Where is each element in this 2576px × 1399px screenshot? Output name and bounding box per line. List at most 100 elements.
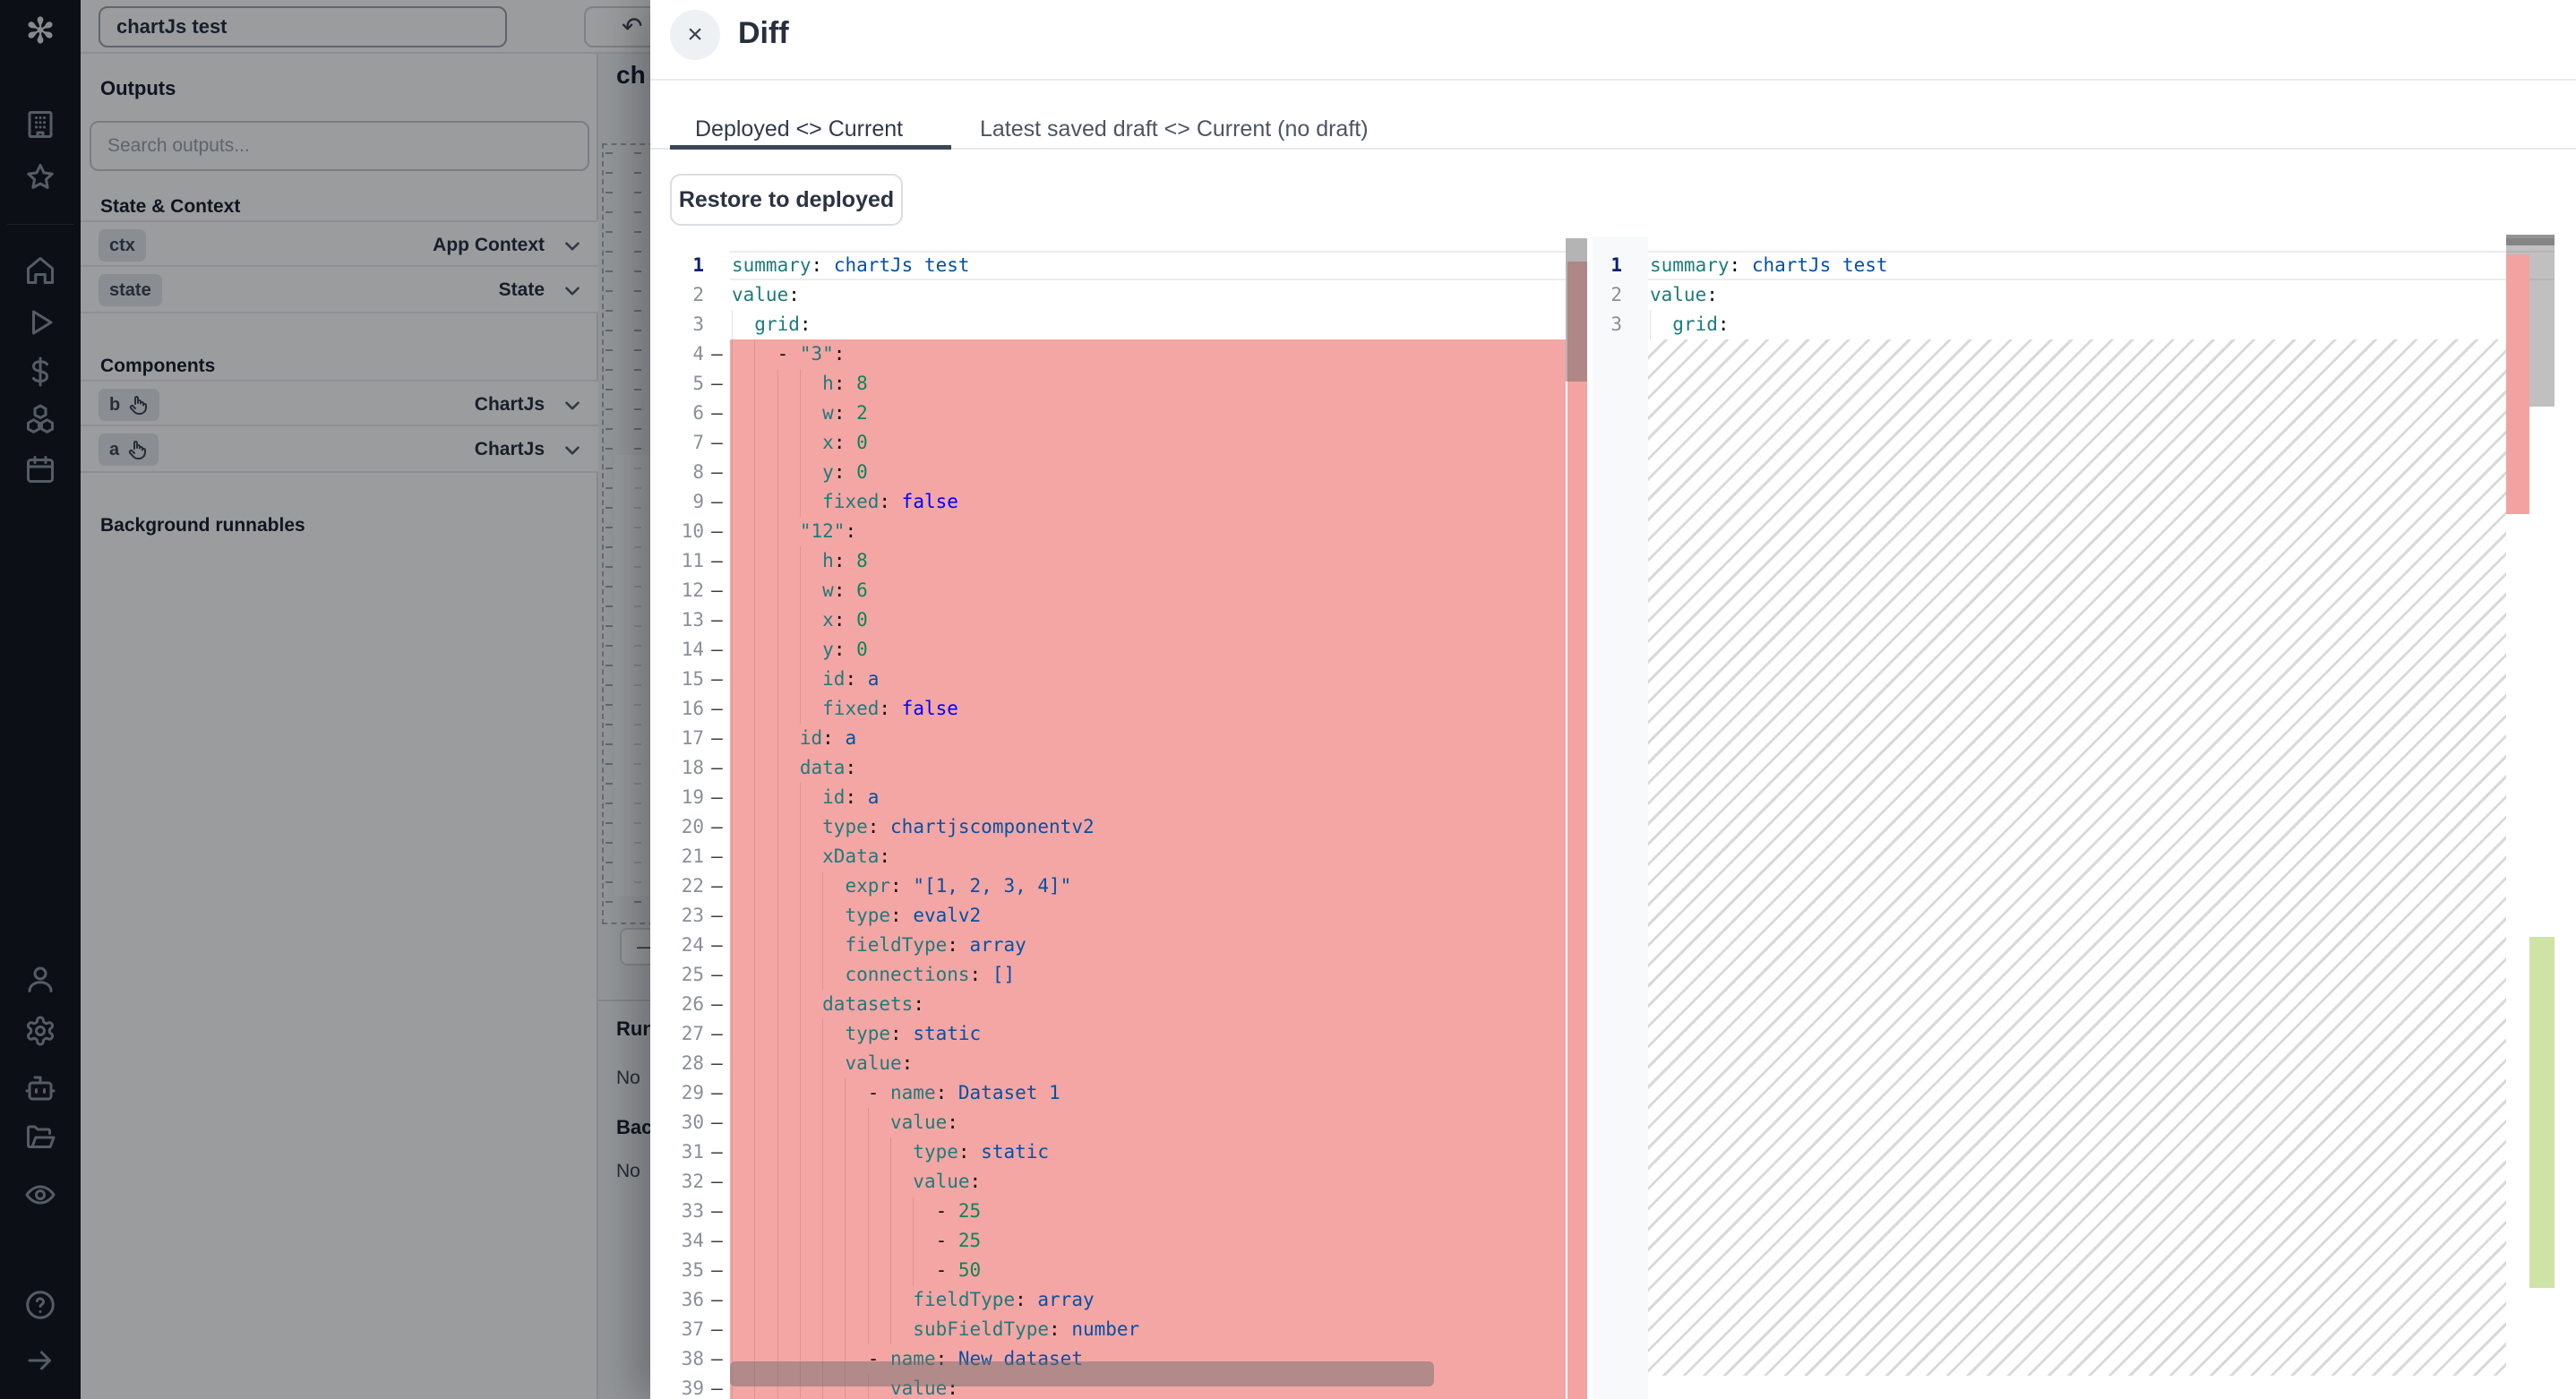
indent-guide (732, 812, 733, 842)
indent-guide (913, 1256, 914, 1285)
code-line: 18– data: (679, 753, 1566, 783)
left-overview-ruler-removed (1567, 262, 1587, 1399)
code-token: : (958, 1141, 981, 1163)
code-token: connections (845, 964, 969, 985)
indent-guide (754, 724, 755, 753)
indent-guide (845, 1197, 846, 1226)
code-token: value (732, 284, 788, 305)
code-token: x (822, 432, 834, 453)
indent-guide (822, 871, 823, 901)
removed-line-marker: – (704, 694, 730, 724)
code-token: "3" (800, 343, 834, 365)
code-token: "12" (800, 520, 846, 542)
code-token: : (913, 993, 924, 1015)
line-number: 30 (679, 1108, 704, 1137)
removed-line-marker: – (704, 960, 730, 990)
tab-deployed-current[interactable]: Deployed <> Current (695, 111, 903, 147)
code-text: value: (730, 1167, 1566, 1197)
indent-guide (822, 1226, 823, 1256)
code-line: 4– - "3": (679, 339, 1566, 369)
line-number: 18 (679, 753, 704, 783)
code-text: type: evalv2 (730, 901, 1566, 931)
code-token: 25 (958, 1200, 981, 1222)
indent-guide (777, 576, 778, 605)
code-token: : (936, 1082, 958, 1103)
code-token: : (1718, 313, 1730, 335)
indent-guide (732, 931, 733, 960)
indent-guide (754, 487, 755, 517)
indent-guide (754, 990, 755, 1019)
close-icon[interactable]: × (670, 10, 720, 60)
code-token: : (800, 313, 811, 335)
code-line: 13– x: 0 (679, 605, 1566, 635)
indent-guide (732, 960, 733, 990)
indent-guide (777, 1137, 778, 1167)
indent-guide (800, 399, 801, 428)
code-token: 0 (856, 639, 868, 660)
code-line: 23– type: evalv2 (679, 901, 1566, 931)
indent-guide (800, 783, 801, 812)
removed-line-marker: – (704, 399, 730, 428)
indent-guide (732, 1078, 733, 1108)
code-token: : (970, 1171, 982, 1192)
indent-guide (732, 753, 733, 783)
restore-to-deployed-button[interactable]: Restore to deployed (670, 174, 903, 226)
code-token: array (970, 934, 1026, 956)
code-text: id: a (730, 724, 1566, 753)
code-text: fieldType: array (730, 931, 1566, 960)
code-line: 35– - 50 (679, 1256, 1566, 1285)
code-line: 28– value: (679, 1049, 1566, 1078)
modal-backdrop[interactable] (0, 0, 650, 1399)
indent-guide (822, 931, 823, 960)
indent-guide (777, 1078, 778, 1108)
indent-guide (732, 399, 733, 428)
indent-guide (754, 901, 755, 931)
code-token: : (947, 1111, 958, 1133)
indent-guide (822, 1285, 823, 1315)
code-text: w: 6 (730, 576, 1566, 605)
indent-guide (822, 960, 823, 990)
code-line: 26– datasets: (679, 990, 1566, 1019)
left-horizontal-scrollbar[interactable] (730, 1361, 1434, 1386)
indent-guide (777, 605, 778, 635)
indent-guide (754, 665, 755, 694)
line-number: 32 (679, 1167, 704, 1197)
removed-line-marker: – (704, 901, 730, 931)
removed-line-marker: – (704, 369, 730, 399)
indent-guide (732, 369, 733, 399)
removed-line-marker: – (704, 753, 730, 783)
indent-guide (777, 990, 778, 1019)
code-token: fixed (822, 491, 879, 512)
code-token: : (947, 934, 969, 956)
left-vertical-scrollbar[interactable] (1566, 238, 1587, 382)
code-text: value: (1648, 280, 2555, 310)
code-token: array (1037, 1289, 1094, 1310)
indent-guide (890, 1256, 891, 1285)
code-token: : (970, 964, 992, 985)
code-text: "12": (730, 517, 1566, 546)
indent-guide (754, 1226, 755, 1256)
code-token: w (822, 579, 834, 601)
code-token: chartJs test (1752, 254, 1888, 276)
diff-removed-region-hatch (1648, 339, 2506, 1376)
indent-guide (777, 783, 778, 812)
code-text: value: (730, 1049, 1566, 1078)
indent-guide (845, 1078, 846, 1108)
indent-guide (732, 1137, 733, 1167)
indent-guide (845, 1226, 846, 1256)
line-number: 29 (679, 1078, 704, 1108)
removed-line-marker: – (704, 724, 730, 753)
removed-line-marker: – (704, 1167, 730, 1197)
line-number: 13 (679, 605, 704, 635)
indent-guide (732, 871, 733, 901)
indent-guide (822, 1256, 823, 1285)
diff-editor-deployed[interactable]: 1summary: chartJs test2value:3 grid:4– -… (679, 236, 1566, 1399)
line-number: 3 (1593, 310, 1622, 339)
code-token: : (811, 254, 834, 276)
indent-guide (868, 1315, 869, 1344)
tab-draft-current[interactable]: Latest saved draft <> Current (no draft) (980, 111, 1369, 147)
code-line: 22– expr: "[1, 2, 3, 4]" (679, 871, 1566, 901)
code-line: 15– id: a (679, 665, 1566, 694)
indent-guide (800, 458, 801, 487)
code-token (732, 964, 845, 985)
